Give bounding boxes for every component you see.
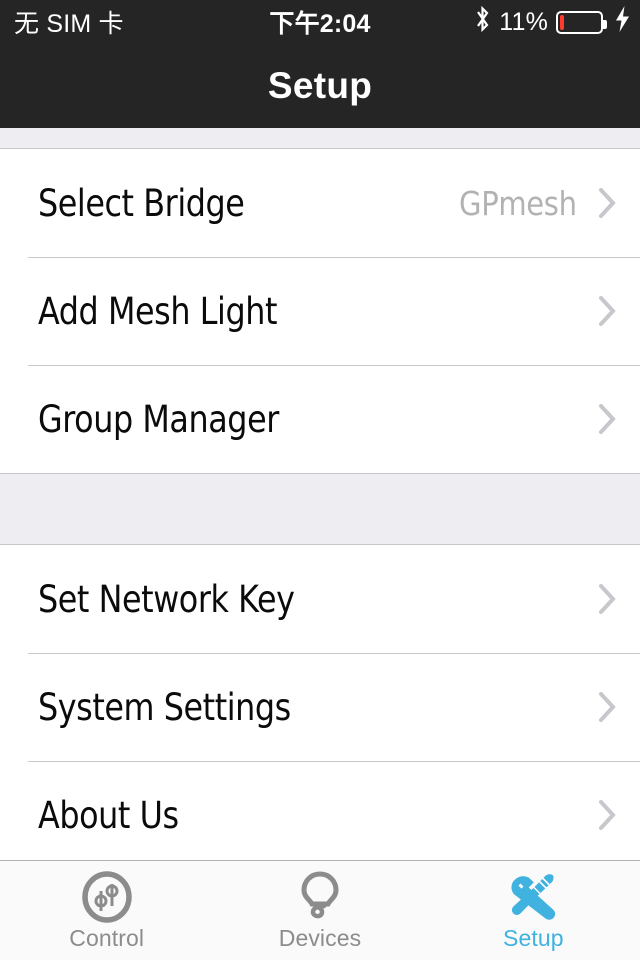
bluetooth-icon — [474, 5, 491, 40]
row-system-settings[interactable]: System Settings — [0, 653, 640, 761]
clock-label: 下午2:04 — [269, 10, 371, 38]
chevron-right-icon — [598, 799, 616, 831]
list-top-spacer — [0, 128, 640, 149]
page-title: Setup — [267, 65, 373, 106]
tab-label: Control — [69, 925, 145, 951]
row-about-us[interactable]: About Us — [0, 761, 640, 860]
settings-list: Select Bridge GPmesh Add Mesh Light Grou… — [0, 128, 640, 860]
chevron-right-icon — [598, 403, 616, 435]
tab-devices[interactable]: Devices — [213, 861, 426, 960]
row-set-network-key[interactable]: Set Network Key — [0, 545, 640, 653]
row-value: GPmesh — [459, 183, 577, 223]
battery-icon — [556, 10, 607, 34]
section-separator — [0, 473, 640, 545]
row-label: About Us — [38, 793, 179, 837]
row-label: Group Manager — [38, 397, 279, 441]
status-bar: 无 SIM 卡 下午2:04 11% — [0, 0, 640, 44]
tab-label: Devices — [278, 925, 362, 951]
row-label: Select Bridge — [38, 181, 245, 225]
light-bulb-icon — [298, 870, 342, 924]
app-screen: 无 SIM 卡 下午2:04 11% Setup Select Bridge G… — [0, 0, 640, 960]
row-label: Set Network Key — [38, 577, 295, 621]
chevron-right-icon — [598, 187, 616, 219]
tab-setup[interactable]: Setup — [427, 861, 640, 960]
lightning-bolt-icon — [615, 5, 630, 39]
tab-bar: Control Devices Setup — [0, 860, 640, 960]
sliders-circle-icon — [81, 870, 133, 924]
chevron-right-icon — [598, 295, 616, 327]
row-label: System Settings — [38, 685, 291, 729]
mesh-section: Select Bridge GPmesh Add Mesh Light Grou… — [0, 149, 640, 473]
battery-fill — [560, 14, 565, 30]
row-group-manager[interactable]: Group Manager — [0, 365, 640, 473]
row-label: Add Mesh Light — [38, 289, 278, 333]
chevron-right-icon — [598, 691, 616, 723]
tab-control[interactable]: Control — [0, 861, 213, 960]
system-section: Set Network Key System Settings About Us — [0, 545, 640, 860]
wrench-screwdriver-icon — [507, 870, 559, 924]
tab-label: Setup — [503, 925, 564, 951]
row-select-bridge[interactable]: Select Bridge GPmesh — [0, 149, 640, 257]
chevron-right-icon — [598, 583, 616, 615]
battery-percent-label: 11% — [499, 7, 548, 36]
navigation-bar: Setup — [0, 44, 640, 128]
row-add-mesh-light[interactable]: Add Mesh Light — [0, 257, 640, 365]
status-bar-right: 11% — [474, 0, 630, 44]
